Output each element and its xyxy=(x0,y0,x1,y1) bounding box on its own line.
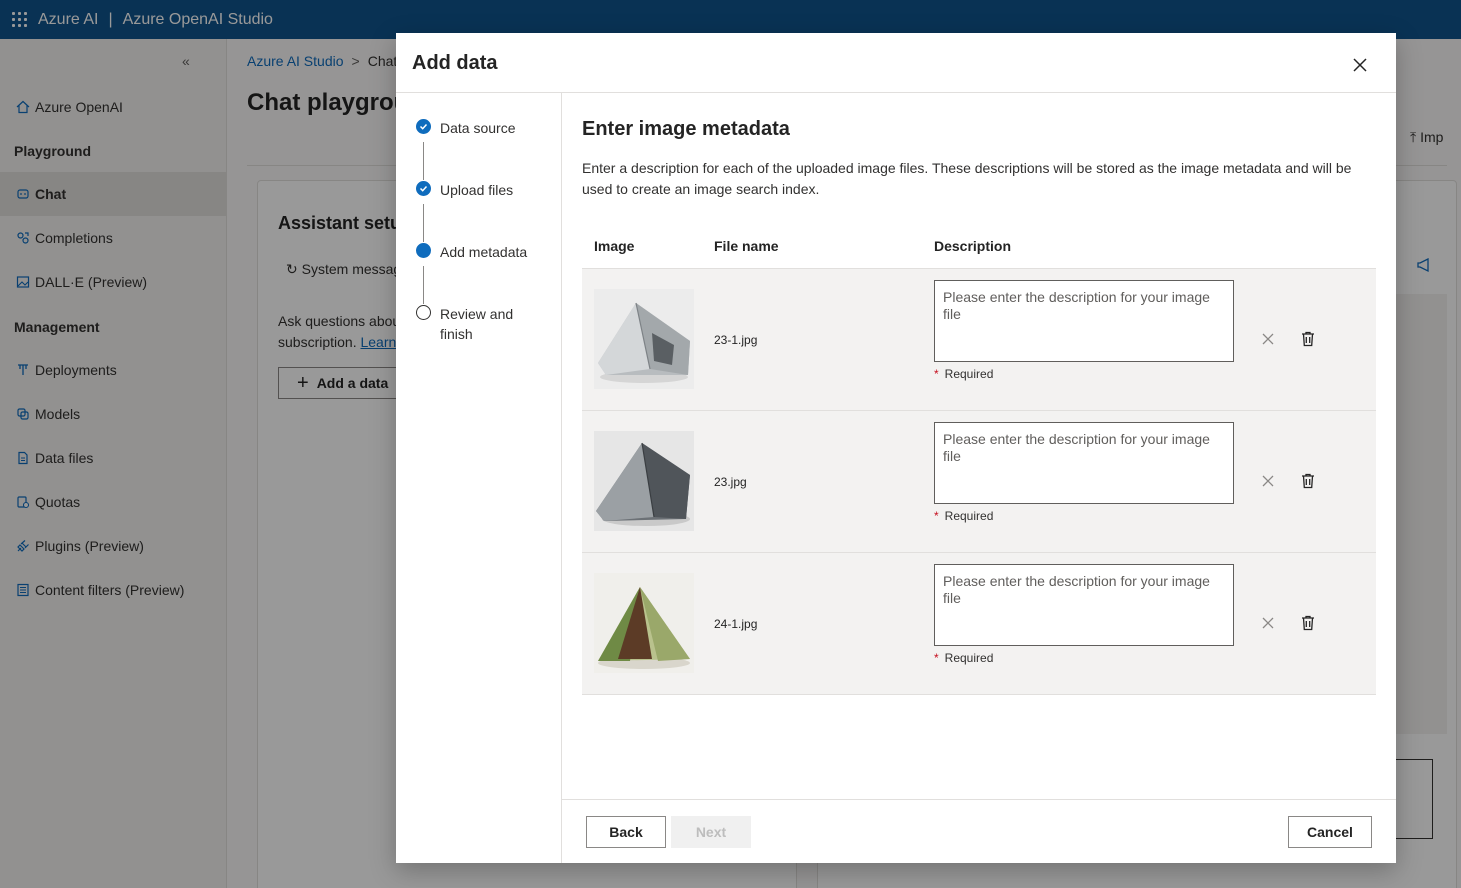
required-label: Required xyxy=(944,509,994,523)
file-name: 24-1.jpg xyxy=(714,617,758,631)
required-note: * Required xyxy=(934,509,993,523)
step-connector xyxy=(423,266,424,304)
clear-button[interactable] xyxy=(1258,471,1278,491)
description-input[interactable] xyxy=(934,564,1234,646)
step-label: Upload files xyxy=(440,182,514,198)
image-thumbnail xyxy=(594,431,694,531)
required-note: * Required xyxy=(934,367,993,381)
delete-button[interactable] xyxy=(1298,471,1318,491)
section-intro: Enter a description for each of the uplo… xyxy=(582,160,1352,197)
description-input[interactable] xyxy=(934,422,1234,504)
dialog-footer-divider xyxy=(562,799,1396,800)
step-connector xyxy=(423,204,424,242)
close-icon xyxy=(1262,475,1274,487)
step-label: Review and finish xyxy=(440,306,514,342)
trash-icon xyxy=(1302,331,1314,347)
file-name: 23-1.jpg xyxy=(714,333,758,347)
checkmark-icon xyxy=(416,181,431,196)
clear-button[interactable] xyxy=(1258,329,1278,349)
step-label: Add metadata xyxy=(440,244,528,260)
step-upload-files[interactable]: Upload files xyxy=(416,180,540,200)
column-header-image: Image xyxy=(594,238,635,254)
required-label: Required xyxy=(944,367,994,381)
next-button[interactable]: Next xyxy=(671,816,751,848)
description-input[interactable] xyxy=(934,280,1234,362)
cancel-button[interactable]: Cancel xyxy=(1288,816,1372,848)
column-header-description: Description xyxy=(934,238,1012,254)
add-data-dialog: Add data Data source Upload files Add me… xyxy=(396,33,1396,863)
table-row: 24-1.jpg * Required xyxy=(582,553,1376,695)
wizard-steps: Data source Upload files Add metadata Re… xyxy=(396,93,562,863)
step-review-and-finish[interactable]: Review and finish xyxy=(416,304,540,344)
table-row: 23-1.jpg * Required xyxy=(582,269,1376,411)
close-icon xyxy=(1262,333,1274,345)
step-connector xyxy=(423,142,424,180)
step-add-metadata[interactable]: Add metadata xyxy=(416,242,540,262)
close-icon xyxy=(1353,58,1367,72)
required-asterisk: * xyxy=(934,651,939,665)
current-step-indicator-icon xyxy=(416,243,431,258)
delete-button[interactable] xyxy=(1298,329,1318,349)
file-name: 23.jpg xyxy=(714,475,747,489)
back-button[interactable]: Back xyxy=(586,816,666,848)
step-data-source[interactable]: Data source xyxy=(416,118,540,138)
close-button[interactable] xyxy=(1348,53,1372,77)
delete-button[interactable] xyxy=(1298,613,1318,633)
required-note: * Required xyxy=(934,651,993,665)
image-thumbnail xyxy=(594,573,694,673)
required-label: Required xyxy=(944,651,994,665)
section-heading: Enter image metadata xyxy=(582,118,790,140)
step-label: Data source xyxy=(440,120,516,136)
pending-step-indicator-icon xyxy=(416,305,431,320)
required-asterisk: * xyxy=(934,367,939,381)
table-row: 23.jpg * Required xyxy=(582,411,1376,553)
trash-icon xyxy=(1302,615,1314,631)
dialog-title: Add data xyxy=(412,52,498,74)
checkmark-icon xyxy=(416,119,431,134)
column-header-file-name: File name xyxy=(714,238,779,254)
clear-button[interactable] xyxy=(1258,613,1278,633)
image-thumbnail xyxy=(594,289,694,389)
trash-icon xyxy=(1302,473,1314,489)
required-asterisk: * xyxy=(934,509,939,523)
close-icon xyxy=(1262,617,1274,629)
metadata-content: Enter image metadata Enter a description… xyxy=(562,93,1396,799)
